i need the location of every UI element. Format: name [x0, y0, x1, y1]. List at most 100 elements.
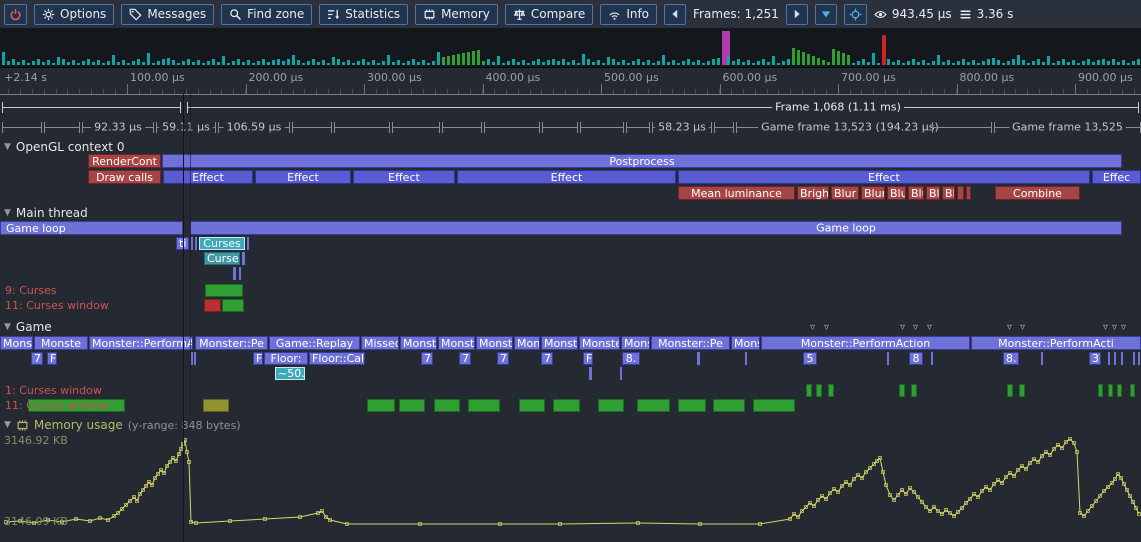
zone[interactable]: F — [253, 352, 263, 365]
zone[interactable]: Floor::Calc — [309, 352, 365, 365]
zone[interactable]: Combine — [995, 186, 1080, 200]
zone[interactable]: Game::Replay — [269, 336, 360, 350]
zone[interactable]: Game loop — [190, 221, 1122, 235]
zone[interactable]: Monst — [476, 336, 513, 350]
zone[interactable] — [598, 399, 624, 412]
zone[interactable]: Effect — [678, 170, 1090, 184]
zone[interactable] — [957, 186, 964, 200]
zone[interactable] — [1133, 352, 1135, 365]
zone[interactable] — [233, 267, 236, 280]
zone[interactable] — [519, 399, 545, 412]
zone[interactable] — [911, 384, 917, 397]
zone[interactable]: Draw calls — [88, 170, 161, 184]
collapsed-zones-icon[interactable]: ▿ — [824, 323, 829, 333]
zone[interactable] — [434, 399, 460, 412]
zone[interactable] — [828, 384, 834, 397]
zone[interactable] — [678, 399, 706, 412]
zone[interactable] — [1098, 384, 1103, 397]
collapsed-zones-icon[interactable]: ▿ — [1112, 323, 1117, 333]
section-header-opengl[interactable]: ▼ OpenGL context 0 — [4, 140, 124, 154]
zone[interactable]: 7 — [31, 352, 43, 365]
zone[interactable] — [745, 352, 747, 365]
zone[interactable]: Effect — [163, 170, 253, 184]
zone[interactable]: Monst — [400, 336, 437, 350]
zone[interactable] — [195, 237, 197, 250]
zone[interactable]: 5 — [803, 352, 817, 365]
zone[interactable] — [620, 367, 622, 380]
zone[interactable]: Monster::PerformActi — [971, 336, 1141, 350]
zone[interactable]: Curse — [204, 252, 240, 265]
zone[interactable]: Monster::PerformAction — [761, 336, 970, 350]
zone[interactable] — [468, 399, 500, 412]
zone[interactable] — [1121, 352, 1123, 365]
zone[interactable]: Monster::Pe — [195, 336, 268, 350]
collapsed-zones-icon[interactable]: ▿ — [900, 323, 905, 333]
zone[interactable] — [816, 384, 822, 397]
zone[interactable] — [247, 237, 249, 250]
zone[interactable] — [1007, 384, 1013, 397]
zone[interactable]: Effect — [457, 170, 676, 184]
memory-plot[interactable] — [0, 434, 1141, 542]
zone[interactable]: Blur — [861, 186, 885, 200]
zone[interactable]: Monste — [0, 336, 33, 350]
collapsed-zones-icon[interactable]: ▿ — [927, 323, 932, 333]
zone[interactable] — [1041, 352, 1043, 365]
section-header-game[interactable]: ▼ Game — [4, 320, 52, 334]
zone[interactable] — [553, 399, 580, 412]
zone[interactable]: Effect — [255, 170, 351, 184]
zone[interactable] — [191, 352, 193, 365]
zone[interactable] — [887, 352, 889, 365]
zone[interactable] — [1130, 384, 1135, 397]
zone[interactable]: RenderCont — [88, 154, 161, 168]
zone[interactable]: Mons — [621, 336, 650, 350]
zone[interactable] — [239, 267, 241, 280]
zone[interactable] — [367, 399, 395, 412]
zone[interactable] — [194, 352, 196, 365]
zone[interactable] — [899, 384, 905, 397]
zone[interactable]: Game loop — [0, 221, 183, 235]
zone[interactable]: Brigh — [797, 186, 829, 200]
zone[interactable]: Effec — [1092, 170, 1141, 184]
zone[interactable]: 8. — [1003, 352, 1019, 365]
zone[interactable]: Monst — [541, 336, 578, 350]
zone[interactable]: 7 — [421, 352, 433, 365]
zone[interactable] — [966, 186, 971, 200]
zone[interactable]: Missed — [361, 336, 399, 350]
zone[interactable]: Effect — [353, 170, 455, 184]
zone[interactable]: 8. — [622, 352, 640, 365]
collapsed-zones-icon[interactable]: ▿ — [913, 323, 918, 333]
zone[interactable]: 3 — [1089, 352, 1101, 365]
zone[interactable] — [204, 299, 221, 312]
zone[interactable]: Monste — [579, 336, 620, 350]
collapsed-zones-icon[interactable]: ▿ — [1020, 323, 1025, 333]
zone[interactable]: Blur — [942, 186, 955, 200]
zone[interactable] — [1108, 384, 1113, 397]
zone[interactable]: F — [583, 352, 593, 365]
zone[interactable]: Postprocess — [162, 154, 1122, 168]
zone[interactable] — [203, 399, 229, 412]
section-header-memory[interactable]: ▼ Memory usage (y-range: 848 bytes) — [4, 418, 241, 432]
zone[interactable]: Blur — [926, 186, 940, 200]
zone[interactable] — [242, 252, 245, 265]
zone[interactable] — [1108, 352, 1110, 365]
zone[interactable]: Monst — [438, 336, 475, 350]
zone[interactable] — [1114, 352, 1116, 365]
zone[interactable]: Curses — [199, 237, 245, 250]
section-header-main-thread[interactable]: ▼ Main thread — [4, 206, 88, 220]
zone[interactable] — [222, 299, 244, 312]
zone[interactable]: Monst — [514, 336, 540, 350]
zone[interactable]: 7 — [497, 352, 509, 365]
collapsed-zones-icon[interactable]: ▿ — [1103, 323, 1108, 333]
zone[interactable]: Monster::PerformA — [89, 336, 193, 350]
zone[interactable] — [753, 399, 795, 412]
zone[interactable]: Monster::Pe — [651, 336, 730, 350]
zone[interactable]: Blur — [887, 186, 906, 200]
zone[interactable] — [931, 352, 933, 365]
zone[interactable]: 8 — [909, 352, 923, 365]
zone[interactable]: Blur — [831, 186, 859, 200]
zone[interactable]: ~50. — [275, 367, 305, 380]
zone[interactable] — [697, 352, 700, 365]
zone[interactable] — [1117, 384, 1122, 397]
zone[interactable]: Mean luminance — [678, 186, 795, 200]
zone[interactable]: F — [47, 352, 57, 365]
